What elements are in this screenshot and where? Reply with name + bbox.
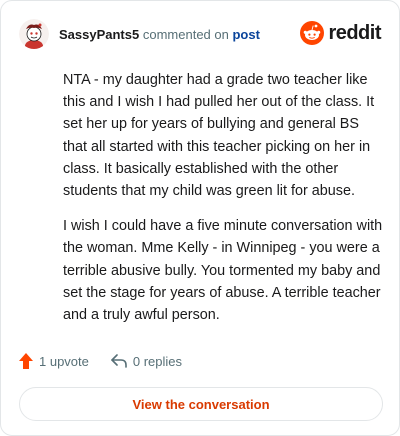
reddit-brand[interactable]: reddit (300, 21, 381, 45)
avatar[interactable] (19, 19, 49, 49)
comment-embed-card: SassyPants5 commented on post reddit NTA… (0, 0, 400, 436)
username[interactable]: SassyPants5 (59, 27, 139, 42)
upvote-button[interactable]: 1 upvote (19, 353, 89, 369)
reddit-logo-icon (300, 21, 325, 45)
post-link[interactable]: post (232, 27, 259, 42)
reddit-wordmark: reddit (328, 21, 381, 44)
upvote-arrow-icon (19, 353, 33, 369)
comment-paragraph: NTA - my daughter had a grade two teache… (63, 72, 375, 200)
comment-actions: 1 upvote 0 replies (19, 353, 182, 369)
attribution-verb: commented on (142, 26, 229, 42)
comment-header: SassyPants5 commented on post (19, 17, 260, 51)
replies-count: 0 replies (132, 353, 183, 369)
attribution: SassyPants5 commented on post (59, 27, 260, 42)
comment-body: NTA - my daughter had a grade two teache… (63, 69, 383, 339)
upvote-count: 1 upvote (39, 353, 89, 369)
replies-button[interactable]: 0 replies (111, 354, 182, 369)
reply-arrow-icon (111, 354, 127, 368)
snoo-avatar-icon (19, 19, 49, 49)
comment-paragraph: I wish I could have a five minute conver… (63, 218, 383, 324)
view-conversation-button[interactable]: View the conversation (19, 387, 383, 421)
